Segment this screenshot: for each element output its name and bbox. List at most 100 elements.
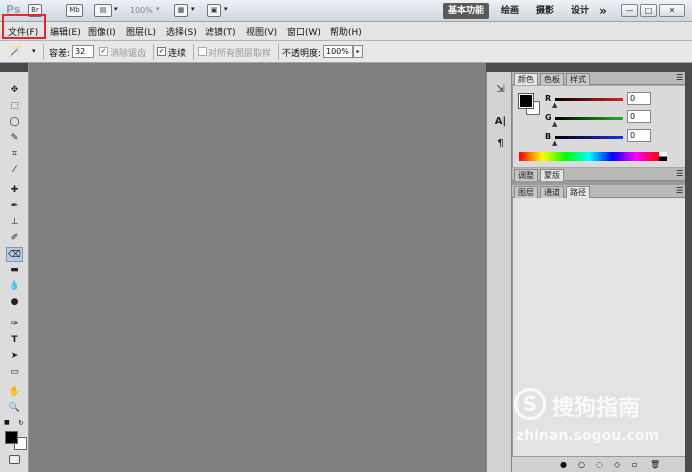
gradient-tool-icon[interactable]: ▬: [6, 263, 23, 278]
panel-menu-icon[interactable]: ☰: [676, 169, 683, 178]
tab-layers[interactable]: 图层: [514, 186, 538, 198]
tab-paths[interactable]: 路径: [566, 186, 590, 198]
paragraph-panel-icon[interactable]: ¶: [494, 137, 507, 151]
spectrum-black-white-swatch[interactable]: [659, 152, 667, 161]
blur-tool-icon[interactable]: 💧: [6, 279, 23, 294]
fill-path-icon[interactable]: ●: [560, 460, 567, 469]
panel-menu-icon[interactable]: ☰: [676, 73, 683, 82]
blue-value-input[interactable]: 0: [627, 129, 651, 142]
panel-header: [512, 63, 692, 72]
minimize-button[interactable]: —: [621, 4, 638, 17]
opacity-input[interactable]: 100%: [323, 45, 353, 58]
new-path-icon[interactable]: ▫: [632, 460, 637, 469]
type-tool-icon[interactable]: T: [6, 333, 23, 348]
pen-tool-icon[interactable]: ✑: [6, 317, 23, 332]
antialias-label: 消除锯齿: [110, 49, 147, 59]
red-slider-handle[interactable]: ▲: [552, 101, 557, 109]
shape-tool-icon[interactable]: ▭: [6, 365, 23, 380]
marquee-tool-icon[interactable]: ⬚: [6, 99, 23, 114]
tab-masks[interactable]: 蒙版: [540, 169, 564, 181]
tab-swatches[interactable]: 色板: [540, 73, 564, 85]
menu-window[interactable]: 窗口(W): [287, 25, 321, 38]
zoom-level[interactable]: 100%: [130, 6, 153, 15]
color-spectrum-bar[interactable]: [519, 152, 659, 161]
foreground-color-swatch[interactable]: [518, 93, 534, 109]
adjustments-panel-tabs: 调整 蒙版 ☰: [512, 168, 692, 181]
arrange-documents-icon[interactable]: ▦: [174, 4, 188, 17]
red-channel-label: R: [545, 94, 552, 103]
contiguous-checkbox[interactable]: ✓: [157, 47, 166, 56]
panel-collapse-strip[interactable]: [685, 63, 692, 472]
swap-colors-icon[interactable]: ↻: [18, 419, 24, 427]
menu-layer[interactable]: 图层(L): [126, 25, 156, 38]
tab-adjustments[interactable]: 调整: [514, 169, 538, 181]
chevron-down-icon[interactable]: ▾: [224, 5, 228, 13]
panel-menu-icon[interactable]: ☰: [676, 186, 683, 195]
spot-healing-tool-icon[interactable]: ✚: [6, 183, 23, 198]
eraser-tool-icon[interactable]: ⌫: [6, 247, 23, 262]
menu-image[interactable]: 图像(I): [88, 25, 116, 38]
zoom-tool-icon[interactable]: 🔍: [6, 401, 23, 416]
menu-help[interactable]: 帮助(H): [330, 25, 362, 38]
menu-select[interactable]: 选择(S): [166, 25, 197, 38]
quick-select-tool-icon[interactable]: ✎: [6, 131, 23, 146]
workspace-essentials[interactable]: 基本功能: [443, 3, 489, 19]
crop-tool-icon[interactable]: ⌗: [6, 147, 23, 162]
clone-stamp-tool-icon[interactable]: ⊥: [6, 215, 23, 230]
workspace-painting[interactable]: 绘画: [496, 3, 524, 19]
blue-slider[interactable]: [555, 136, 623, 139]
lasso-tool-icon[interactable]: ◯: [6, 115, 23, 130]
default-colors-icon[interactable]: ■: [4, 419, 10, 426]
character-panel-icon[interactable]: A|: [494, 115, 507, 129]
eyedropper-tool-icon[interactable]: ⁄: [6, 163, 23, 178]
chevron-down-icon[interactable]: ▾: [32, 47, 36, 55]
menu-edit[interactable]: 编辑(E): [50, 25, 81, 38]
menu-filter[interactable]: 滤镜(T): [205, 25, 236, 38]
mini-bridge-button[interactable]: Mb: [66, 4, 83, 17]
view-extras-icon[interactable]: ▤: [94, 4, 112, 17]
menu-view[interactable]: 视图(V): [246, 25, 277, 38]
sogou-logo-icon: S: [514, 388, 546, 420]
chevron-down-icon[interactable]: ▾: [191, 5, 195, 13]
opacity-flyout-button[interactable]: ▸: [353, 45, 363, 58]
move-tool-icon[interactable]: ✥: [6, 83, 23, 98]
paths-panel-footer: ● ○ ◌ ◇ ▫ 🗑: [512, 456, 692, 472]
green-slider[interactable]: [555, 117, 623, 120]
make-work-path-icon[interactable]: ◇: [614, 460, 620, 469]
antialias-checkbox[interactable]: ✓: [99, 47, 108, 56]
workspace-photography[interactable]: 摄影: [531, 3, 559, 19]
workspace-design[interactable]: 设计: [566, 3, 594, 19]
magic-wand-tool-icon[interactable]: 🪄: [8, 44, 23, 58]
document-canvas-area[interactable]: [29, 63, 486, 472]
more-workspaces-button[interactable]: »: [596, 3, 610, 19]
screen-mode-icon[interactable]: ▣: [207, 4, 221, 17]
tolerance-input[interactable]: 32: [72, 45, 94, 58]
green-slider-handle[interactable]: ▲: [552, 120, 557, 128]
chevron-down-icon[interactable]: ▾: [114, 5, 118, 13]
green-value-input[interactable]: 0: [627, 110, 651, 123]
red-slider[interactable]: [555, 98, 623, 101]
hand-tool-icon[interactable]: ✋: [6, 385, 23, 400]
history-brush-tool-icon[interactable]: ✐: [6, 231, 23, 246]
tab-styles[interactable]: 样式: [566, 73, 590, 85]
quick-mask-icon[interactable]: [9, 455, 20, 464]
tab-channels[interactable]: 通道: [540, 186, 564, 198]
delete-path-icon[interactable]: 🗑: [650, 460, 660, 469]
foreground-color-swatch[interactable]: [5, 431, 18, 444]
maximize-button[interactable]: □: [640, 4, 657, 17]
brush-tool-icon[interactable]: ✒: [6, 199, 23, 214]
contiguous-label: 连续: [168, 49, 187, 59]
dodge-tool-icon[interactable]: ●: [6, 295, 23, 310]
tab-color[interactable]: 颜色: [514, 73, 538, 85]
red-value-input[interactable]: 0: [627, 92, 651, 105]
stroke-path-icon[interactable]: ○: [578, 460, 585, 469]
all-layers-checkbox[interactable]: [198, 47, 207, 56]
load-selection-icon[interactable]: ◌: [596, 460, 603, 469]
history-panel-icon[interactable]: ⇲: [494, 83, 507, 97]
close-button[interactable]: ✕: [659, 4, 685, 17]
color-panel-tabs: 颜色 色板 样式 ☰: [512, 72, 692, 85]
chevron-down-icon[interactable]: ▾: [156, 5, 160, 13]
layers-panel-tabs: 图层 通道 路径 ☰: [512, 185, 692, 198]
path-select-tool-icon[interactable]: ➤: [6, 349, 23, 364]
blue-slider-handle[interactable]: ▲: [552, 139, 557, 147]
